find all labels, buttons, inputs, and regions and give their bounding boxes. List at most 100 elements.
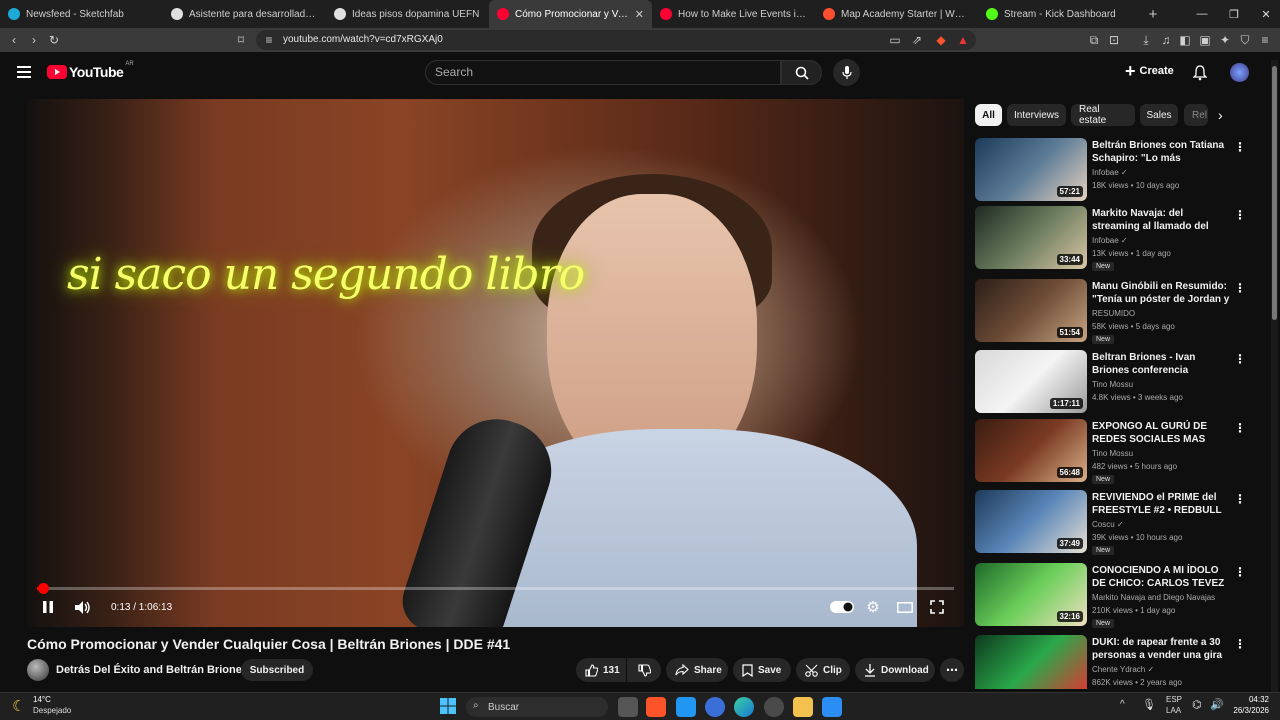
windows-start-icon[interactable]: [440, 698, 456, 719]
dislike-button[interactable]: [627, 658, 661, 682]
recommendation-item[interactable]: 33:44 Markito Navaja: del streaming al ll…: [975, 206, 1255, 271]
recommendation-more-icon[interactable]: ⋮: [1234, 208, 1246, 222]
browser-tab[interactable]: Stream - Kick Dashboard: [978, 0, 1141, 28]
recommendation-more-icon[interactable]: ⋮: [1234, 352, 1246, 366]
language-top[interactable]: ESP: [1166, 695, 1182, 704]
recommendation-title[interactable]: Manu Ginóbili en Resumido: "Tenía un pós…: [1092, 280, 1230, 306]
notifications-bell-icon[interactable]: [1192, 65, 1208, 86]
recommendation-thumbnail[interactable]: 32:16: [975, 563, 1087, 626]
downloads-icon[interactable]: ⤓: [1138, 32, 1154, 48]
channel-avatar[interactable]: [27, 659, 49, 681]
pause-button[interactable]: [37, 596, 59, 618]
brave-browser-icon[interactable]: [646, 697, 666, 717]
search-input[interactable]: Search: [425, 60, 781, 85]
back-icon[interactable]: ‹: [6, 32, 22, 48]
youtube-logo[interactable]: YouTube AR: [47, 61, 134, 80]
browser-tab[interactable]: Map Academy Starter | Whop: [815, 0, 978, 28]
autoplay-toggle[interactable]: [829, 596, 855, 618]
task-view-icon[interactable]: [618, 697, 638, 717]
settings-gear-icon[interactable]: ⚙: [863, 596, 883, 618]
recommendation-title[interactable]: DUKI: de rapear frente a 30 personas a v…: [1092, 636, 1230, 662]
theater-mode-button[interactable]: [895, 596, 915, 618]
recommendation-thumbnail[interactable]: 33:44: [975, 206, 1087, 269]
recommendation-more-icon[interactable]: ⋮: [1234, 140, 1246, 154]
recommendation-channel[interactable]: Coscu ✓: [1092, 520, 1124, 529]
browser-tab[interactable]: Asistente para desarrolladores de Ep: [163, 0, 326, 28]
browser-tab[interactable]: Ideas pisos dopamina UEFN: [326, 0, 489, 28]
subscribed-button[interactable]: Subscribed: [241, 659, 313, 681]
filter-chip[interactable]: Sales: [1140, 104, 1178, 126]
recommendation-channel[interactable]: Markito Navaja and Diego Navajas: [1092, 593, 1215, 602]
recommendation-thumbnail[interactable]: 37:49: [975, 490, 1087, 553]
language-bottom[interactable]: LAA: [1166, 706, 1181, 715]
recommendation-thumbnail[interactable]: 56:48: [975, 419, 1087, 482]
site-info-icon[interactable]: ≡: [261, 32, 277, 48]
recommendation-channel[interactable]: Infobae ✓: [1092, 236, 1128, 245]
recommendation-channel[interactable]: RESUMIDO: [1092, 309, 1135, 318]
close-window-button[interactable]: ✕: [1250, 0, 1280, 28]
account-avatar[interactable]: [1230, 63, 1249, 82]
page-scrollbar-thumb[interactable]: [1272, 66, 1277, 320]
filter-chip[interactable]: All: [975, 104, 1002, 126]
create-button[interactable]: + Create: [1125, 62, 1174, 80]
recommendation-item[interactable]: 1:17:11 Beltran Briones - Ivan Briones co…: [975, 350, 1255, 414]
tab-search-icon[interactable]: ⊡: [1106, 32, 1122, 48]
recommendation-channel[interactable]: Tino Mossu: [1092, 380, 1133, 389]
settings-app-icon[interactable]: [764, 697, 784, 717]
address-bar[interactable]: ≡ youtube.com/watch?v=cd7xRGXAj0: [256, 30, 976, 50]
maximize-button[interactable]: ❐: [1218, 0, 1250, 28]
sidebar-icon[interactable]: ◧: [1177, 32, 1193, 48]
more-actions-icon[interactable]: ⋯: [940, 658, 964, 682]
video-player[interactable]: si saco un segundo libro 0:13 / 1:06:13 …: [27, 99, 964, 627]
clock-date[interactable]: 26/3/2026: [1225, 706, 1269, 715]
wallet-icon[interactable]: ▣: [1197, 32, 1213, 48]
recommendation-item[interactable]: 56:48 EXPONGO AL GURÚ DE REDES SOCIALES M…: [975, 419, 1255, 484]
tray-mic-icon[interactable]: 🎙: [1142, 698, 1156, 711]
brave-shields-icon[interactable]: ◆: [933, 32, 949, 48]
recommendation-channel[interactable]: Chente Ydrach ✓: [1092, 665, 1154, 674]
recommendation-title[interactable]: Beltran Briones - Ivan Briones conferenc…: [1092, 351, 1230, 377]
extensions-icon[interactable]: ⧉: [1086, 32, 1102, 48]
menu-icon[interactable]: ≡: [1257, 32, 1273, 48]
app-icon-blue[interactable]: [676, 697, 696, 717]
recommendation-channel[interactable]: Tino Mossu: [1092, 449, 1133, 458]
recommendation-title[interactable]: EXPONGO AL GURÚ DE REDES SOCIALES MAS FA…: [1092, 420, 1230, 446]
recommendation-more-icon[interactable]: ⋮: [1234, 421, 1246, 435]
clock-time[interactable]: 04:32: [1231, 695, 1269, 704]
channel-name[interactable]: Detrás Del Éxito and Beltrán Briones: [56, 664, 248, 676]
recommendation-more-icon[interactable]: ⋮: [1234, 492, 1246, 506]
recommendation-more-icon[interactable]: ⋮: [1234, 281, 1246, 295]
reload-icon[interactable]: ↻: [46, 32, 62, 48]
weather-moon-icon[interactable]: ☾: [12, 697, 25, 715]
speaker-icon[interactable]: 🔊: [1210, 698, 1224, 711]
recommendation-title[interactable]: Markito Navaja: del streaming al llamado…: [1092, 207, 1230, 233]
recommendation-channel[interactable]: Infobae ✓: [1092, 168, 1128, 177]
new-tab-button[interactable]: +: [1141, 6, 1165, 23]
save-button[interactable]: Save: [733, 658, 791, 682]
recommendation-item[interactable]: 51:54 Manu Ginóbili en Resumido: "Tenía u…: [975, 279, 1255, 344]
forward-icon[interactable]: ›: [26, 32, 42, 48]
network-icon[interactable]: ⌬: [1192, 698, 1202, 711]
tab-close-icon[interactable]: ✕: [635, 8, 644, 21]
recommendation-title[interactable]: CONOCIENDO A MI ÍDOLO DE CHICO: CARLOS T…: [1092, 564, 1230, 590]
volume-button[interactable]: [72, 596, 94, 618]
recommendation-thumbnail[interactable]: 57:21: [975, 138, 1087, 201]
vscode-icon[interactable]: [822, 697, 842, 717]
hamburger-menu-icon[interactable]: [17, 65, 31, 78]
recommendation-item[interactable]: 32:16 CONOCIENDO A MI ÍDOLO DE CHICO: CAR…: [975, 563, 1255, 628]
recommendation-more-icon[interactable]: ⋮: [1234, 637, 1246, 651]
like-button[interactable]: 131: [576, 658, 626, 682]
brave-rewards-icon[interactable]: ▲: [955, 32, 971, 48]
chips-next-chevron-icon[interactable]: ›: [1218, 107, 1223, 123]
share-page-icon[interactable]: ⇗: [909, 32, 925, 48]
browser-tab[interactable]: Cómo Promocionar y Vender ✕: [489, 0, 652, 28]
recommendation-thumbnail[interactable]: [975, 635, 1087, 689]
minimize-button[interactable]: —: [1186, 0, 1218, 28]
recommendation-item[interactable]: 57:21 Beltrán Briones con Tatiana Schapir…: [975, 138, 1255, 202]
voice-search-button[interactable]: [833, 59, 860, 86]
tray-overflow-chevron-icon[interactable]: ^: [1120, 699, 1125, 710]
download-button[interactable]: Download: [855, 658, 935, 682]
recommendation-title[interactable]: REVIVIENDO el PRIME del FREESTYLE #2 • R…: [1092, 491, 1230, 517]
browser-tab[interactable]: Newsfeed - Sketchfab: [0, 0, 163, 28]
edge-browser-icon[interactable]: [734, 697, 754, 717]
